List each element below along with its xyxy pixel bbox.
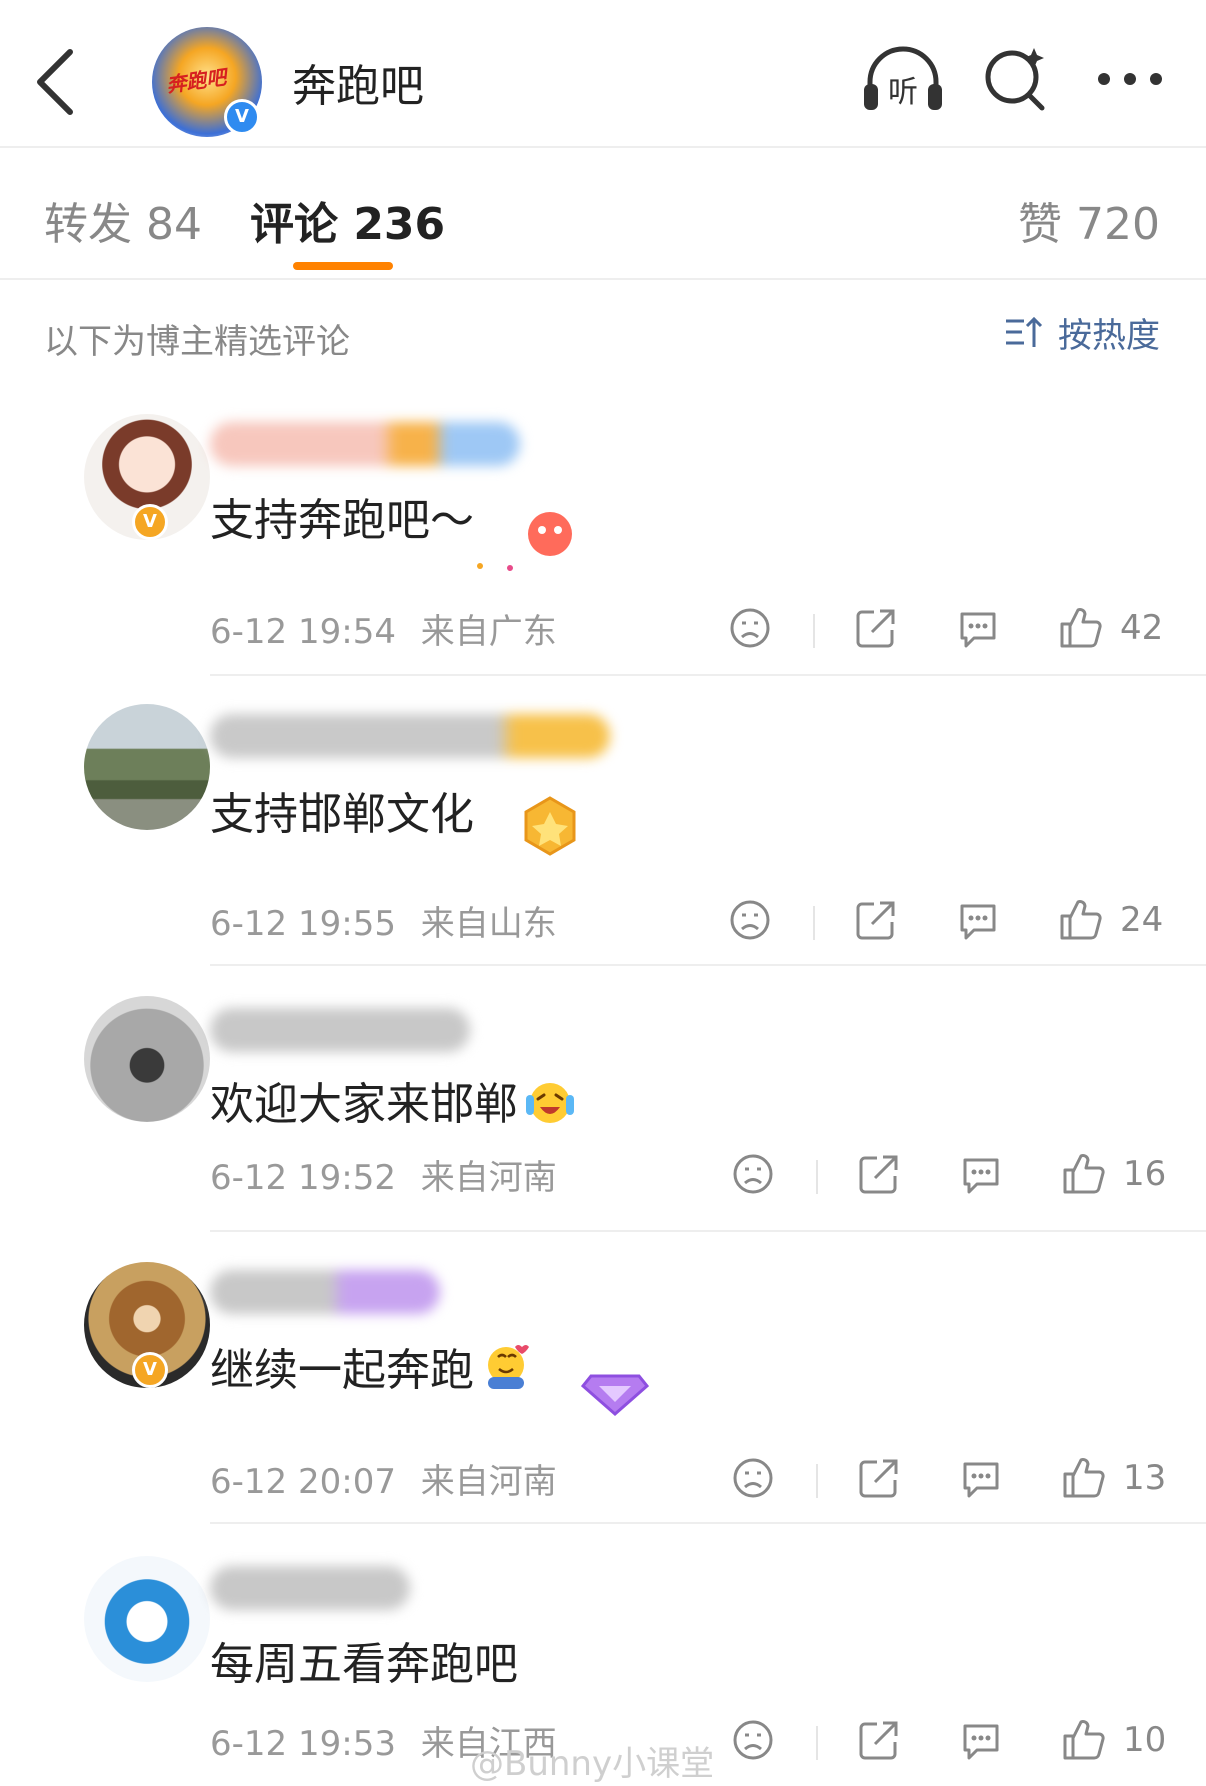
comment-location: 来自广东 — [420, 612, 557, 652]
share-icon[interactable] — [857, 1152, 901, 1196]
verified-badge-icon: V — [132, 1352, 168, 1388]
page-title: 奔跑吧 — [292, 61, 424, 112]
user-avatar[interactable] — [84, 704, 210, 830]
hugging-emoji-icon — [488, 1345, 529, 1389]
comment-text: 支持邯郸文化 — [210, 789, 474, 840]
comment-text: 支持奔跑吧～ — [210, 495, 474, 546]
svg-text:听: 听 — [888, 75, 918, 110]
dislike-face-icon[interactable] — [728, 898, 772, 942]
divider — [813, 614, 815, 648]
like-count: 10 — [1123, 1720, 1167, 1760]
tab-bar: 转发 84 评论 236 赞 720 — [0, 148, 1206, 280]
tab-comments[interactable]: 评论 236 — [250, 188, 445, 252]
dislike-face-icon[interactable] — [728, 606, 772, 650]
reply-icon[interactable] — [956, 898, 1000, 942]
fan-badge-icon — [580, 1374, 650, 1416]
username-blurred[interactable] — [210, 1566, 410, 1610]
back-arrow-icon[interactable] — [30, 44, 80, 120]
sort-icon — [1006, 316, 1043, 347]
verified-badge-icon: V — [224, 99, 260, 135]
filter-bar: 以下为博主精选评论 按热度 — [0, 280, 1206, 390]
dislike-face-icon[interactable] — [731, 1718, 775, 1762]
active-tab-indicator — [293, 262, 393, 270]
verified-badge-icon: V — [132, 504, 168, 540]
username-blurred[interactable] — [210, 422, 520, 466]
comment-location: 来自河南 — [420, 1158, 557, 1198]
comment-meta: 6-12 19:55 来自山东 — [210, 896, 557, 945]
divider — [813, 906, 815, 940]
fan-badge-icon — [524, 796, 576, 856]
reply-icon[interactable] — [959, 1152, 1003, 1196]
comment-time: 6-12 19:53 — [210, 1724, 396, 1764]
comment-actions: 10 — [731, 1718, 1171, 1768]
thumbs-up-icon[interactable] — [1061, 1152, 1105, 1196]
share-icon[interactable] — [857, 1456, 901, 1500]
comment-time: 6-12 19:54 — [210, 612, 396, 652]
reply-icon[interactable] — [959, 1456, 1003, 1500]
username-blurred[interactable] — [210, 714, 610, 758]
account-logo: 奔跑吧 — [164, 64, 228, 98]
comment-time: 6-12 19:52 — [210, 1158, 396, 1198]
comment-time: 6-12 19:55 — [210, 904, 396, 944]
sort-by-heat-button[interactable]: 按热度 — [1004, 310, 1160, 356]
featured-comments-label: 以下为博主精选评论 — [44, 322, 350, 362]
like-count: 13 — [1123, 1458, 1167, 1498]
laughing-crying-emoji-icon — [526, 1083, 574, 1123]
username-blurred[interactable] — [210, 1270, 440, 1314]
divider — [210, 1522, 1206, 1524]
thumbs-up-icon[interactable] — [1061, 1456, 1105, 1500]
user-avatar[interactable] — [84, 996, 210, 1122]
comment-meta: 6-12 20:07 来自河南 — [210, 1454, 557, 1503]
divider — [816, 1160, 818, 1194]
like-count: 16 — [1123, 1154, 1167, 1194]
comment-location: 来自山东 — [420, 904, 557, 944]
dislike-face-icon[interactable] — [731, 1456, 775, 1500]
share-icon[interactable] — [854, 898, 898, 942]
tab-likes[interactable]: 赞 720 — [1018, 188, 1160, 252]
comment-actions: 13 — [731, 1456, 1171, 1506]
top-bar: 奔跑吧 V 奔跑吧 听 — [0, 0, 1206, 148]
share-icon[interactable] — [857, 1718, 901, 1762]
reply-icon[interactable] — [956, 606, 1000, 650]
comment-text: 每周五看奔跑吧 — [210, 1639, 518, 1690]
comment-actions: 42 — [728, 606, 1168, 656]
comment-location: 来自河南 — [420, 1462, 557, 1502]
thumbs-up-icon[interactable] — [1058, 898, 1102, 942]
like-count: 42 — [1120, 608, 1164, 648]
comment-actions: 16 — [731, 1152, 1171, 1202]
divider — [816, 1464, 818, 1498]
divider — [816, 1726, 818, 1760]
comment-text: 欢迎大家来邯郸 — [210, 1068, 576, 1132]
fan-badge-icon — [477, 512, 572, 571]
thumbs-up-icon[interactable] — [1058, 606, 1102, 650]
sort-label: 按热度 — [1058, 315, 1160, 356]
comment-time: 6-12 20:07 — [210, 1462, 396, 1502]
watermark: @Bunny小课堂 — [470, 1744, 715, 1784]
user-avatar[interactable] — [84, 1556, 210, 1682]
thumbs-up-icon[interactable] — [1061, 1718, 1105, 1762]
account-avatar[interactable]: 奔跑吧 V — [152, 27, 262, 137]
more-options-icon[interactable] — [1094, 64, 1166, 94]
dislike-face-icon[interactable] — [731, 1152, 775, 1196]
comment-text-content: 欢迎大家来邯郸 — [210, 1079, 518, 1130]
comment-actions: 24 — [728, 898, 1168, 948]
search-icon[interactable] — [982, 44, 1048, 114]
divider — [210, 1230, 1206, 1232]
comment-text-content: 继续一起奔跑 — [210, 1345, 474, 1396]
reply-icon[interactable] — [959, 1718, 1003, 1762]
divider — [210, 674, 1206, 676]
like-count: 24 — [1120, 900, 1164, 940]
comment-text: 继续一起奔跑 — [210, 1334, 532, 1398]
comment-meta: 6-12 19:54 来自广东 — [210, 604, 557, 653]
divider — [210, 964, 1206, 966]
listen-headphones-icon[interactable]: 听 — [860, 44, 946, 114]
username-blurred[interactable] — [210, 1008, 470, 1052]
share-icon[interactable] — [854, 606, 898, 650]
comment-meta: 6-12 19:52 来自河南 — [210, 1150, 557, 1199]
tab-reposts[interactable]: 转发 84 — [44, 188, 202, 252]
